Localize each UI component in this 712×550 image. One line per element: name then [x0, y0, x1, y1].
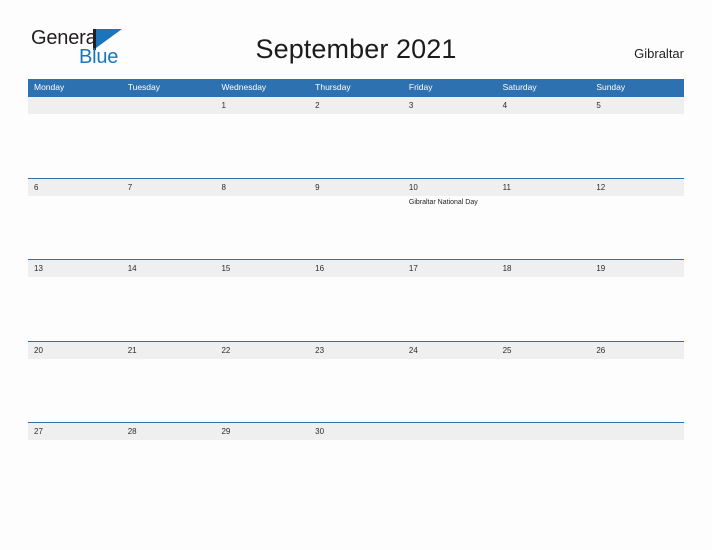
- day-number[interactable]: 30: [309, 423, 403, 440]
- day-number[interactable]: 24: [403, 342, 497, 359]
- day-cell[interactable]: [28, 277, 122, 341]
- day-number[interactable]: [497, 423, 591, 440]
- day-number[interactable]: 17: [403, 260, 497, 277]
- day-number[interactable]: 22: [215, 342, 309, 359]
- day-cell[interactable]: [403, 277, 497, 341]
- weekday-header-thursday: Thursday: [315, 82, 351, 92]
- day-number[interactable]: 26: [590, 342, 684, 359]
- weekday-header-wednesday: Wednesday: [221, 82, 267, 92]
- day-number[interactable]: 27: [28, 423, 122, 440]
- weekday-header-row: Monday Tuesday Wednesday Thursday Friday…: [28, 79, 684, 96]
- day-cell[interactable]: [497, 114, 591, 178]
- day-cell[interactable]: [309, 277, 403, 341]
- week-event-band: [28, 440, 684, 504]
- day-cell[interactable]: [215, 359, 309, 423]
- day-number[interactable]: 10: [403, 179, 497, 196]
- day-cell[interactable]: [28, 359, 122, 423]
- week-row: 1 2 3 4 5: [28, 96, 684, 178]
- day-number[interactable]: 6: [28, 179, 122, 196]
- week-event-band: [28, 114, 684, 178]
- day-cell[interactable]: [122, 277, 216, 341]
- week-date-band: 1 2 3 4 5: [28, 96, 684, 114]
- day-event: Gibraltar National Day: [408, 198, 478, 206]
- day-cell[interactable]: [122, 196, 216, 260]
- week-row: 13 14 15 16 17 18 19: [28, 259, 684, 341]
- weekday-header-tuesday: Tuesday: [127, 82, 161, 92]
- day-cell[interactable]: [215, 196, 309, 260]
- day-number[interactable]: 4: [497, 97, 591, 114]
- day-cell[interactable]: [28, 196, 122, 260]
- week-date-band: 20 21 22 23 24 25 26: [28, 340, 684, 359]
- day-number[interactable]: 5: [590, 97, 684, 114]
- weekday-header-friday: Friday: [408, 82, 433, 92]
- day-number[interactable]: 9: [309, 179, 403, 196]
- day-cell[interactable]: [309, 440, 403, 504]
- day-cell[interactable]: [122, 359, 216, 423]
- day-cell[interactable]: [590, 440, 684, 504]
- week-event-band: [28, 277, 684, 341]
- day-cell[interactable]: [215, 277, 309, 341]
- day-cell[interactable]: [497, 359, 591, 423]
- day-number[interactable]: 15: [215, 260, 309, 277]
- day-number[interactable]: 18: [497, 260, 591, 277]
- page-title: September 2021: [255, 34, 457, 64]
- day-cell[interactable]: [122, 114, 216, 178]
- weekday-header-monday: Monday: [34, 82, 65, 92]
- week-row: 6 7 8 9 10 11 12 Gibraltar National Day: [28, 177, 684, 260]
- day-cell[interactable]: [122, 440, 216, 504]
- day-cell[interactable]: [28, 114, 122, 178]
- day-cell[interactable]: [497, 277, 591, 341]
- week-event-band: Gibraltar National Day: [28, 195, 684, 260]
- day-number[interactable]: 21: [122, 342, 216, 359]
- day-number[interactable]: 7: [122, 179, 216, 196]
- day-cell[interactable]: [590, 114, 684, 178]
- day-number[interactable]: 1: [215, 97, 309, 114]
- week-date-band: 27 28 29 30: [28, 422, 684, 440]
- week-row: 27 28 29 30: [28, 422, 684, 504]
- week-row: 20 21 22 23 24 25 26: [28, 340, 684, 423]
- day-cell[interactable]: [403, 440, 497, 504]
- day-cell[interactable]: [403, 359, 497, 423]
- day-cell[interactable]: [215, 440, 309, 504]
- day-number[interactable]: 20: [28, 342, 122, 359]
- page-header: General Blue September 2021 Gibraltar: [0, 0, 712, 72]
- week-date-band: 13 14 15 16 17 18 19: [28, 259, 684, 277]
- calendar-page: General Blue September 2021 Gibraltar Mo…: [0, 0, 712, 550]
- day-cell[interactable]: [309, 114, 403, 178]
- day-cell[interactable]: [497, 440, 591, 504]
- day-number[interactable]: 29: [215, 423, 309, 440]
- day-number[interactable]: 25: [497, 342, 591, 359]
- month-calendar: Monday Tuesday Wednesday Thursday Friday…: [28, 79, 684, 504]
- week-date-band: 6 7 8 9 10 11 12: [28, 177, 684, 196]
- day-number[interactable]: 28: [122, 423, 216, 440]
- day-cell[interactable]: [309, 196, 403, 260]
- day-cell[interactable]: [590, 196, 684, 260]
- week-event-band: [28, 358, 684, 423]
- day-number[interactable]: [122, 97, 216, 114]
- day-number[interactable]: 14: [122, 260, 216, 277]
- day-number[interactable]: 13: [28, 260, 122, 277]
- day-cell[interactable]: [215, 114, 309, 178]
- day-cell[interactable]: [590, 359, 684, 423]
- weekday-header-sunday: Sunday: [596, 82, 626, 92]
- day-cell[interactable]: [497, 196, 591, 260]
- weekday-header-saturday: Saturday: [502, 82, 537, 92]
- day-cell[interactable]: [403, 114, 497, 178]
- day-number[interactable]: 23: [309, 342, 403, 359]
- day-number[interactable]: 3: [403, 97, 497, 114]
- day-number[interactable]: [590, 423, 684, 440]
- day-number[interactable]: 19: [590, 260, 684, 277]
- day-number[interactable]: 2: [309, 97, 403, 114]
- country-label: Gibraltar: [634, 46, 684, 61]
- day-cell[interactable]: [309, 359, 403, 423]
- day-number[interactable]: [28, 97, 122, 114]
- day-cell[interactable]: [28, 440, 122, 504]
- day-cell-event[interactable]: Gibraltar National Day: [403, 196, 497, 260]
- day-number[interactable]: 16: [309, 260, 403, 277]
- day-number[interactable]: 8: [215, 179, 309, 196]
- day-cell[interactable]: [590, 277, 684, 341]
- day-number[interactable]: [403, 423, 497, 440]
- day-number[interactable]: 11: [497, 179, 591, 196]
- day-number[interactable]: 12: [590, 179, 684, 196]
